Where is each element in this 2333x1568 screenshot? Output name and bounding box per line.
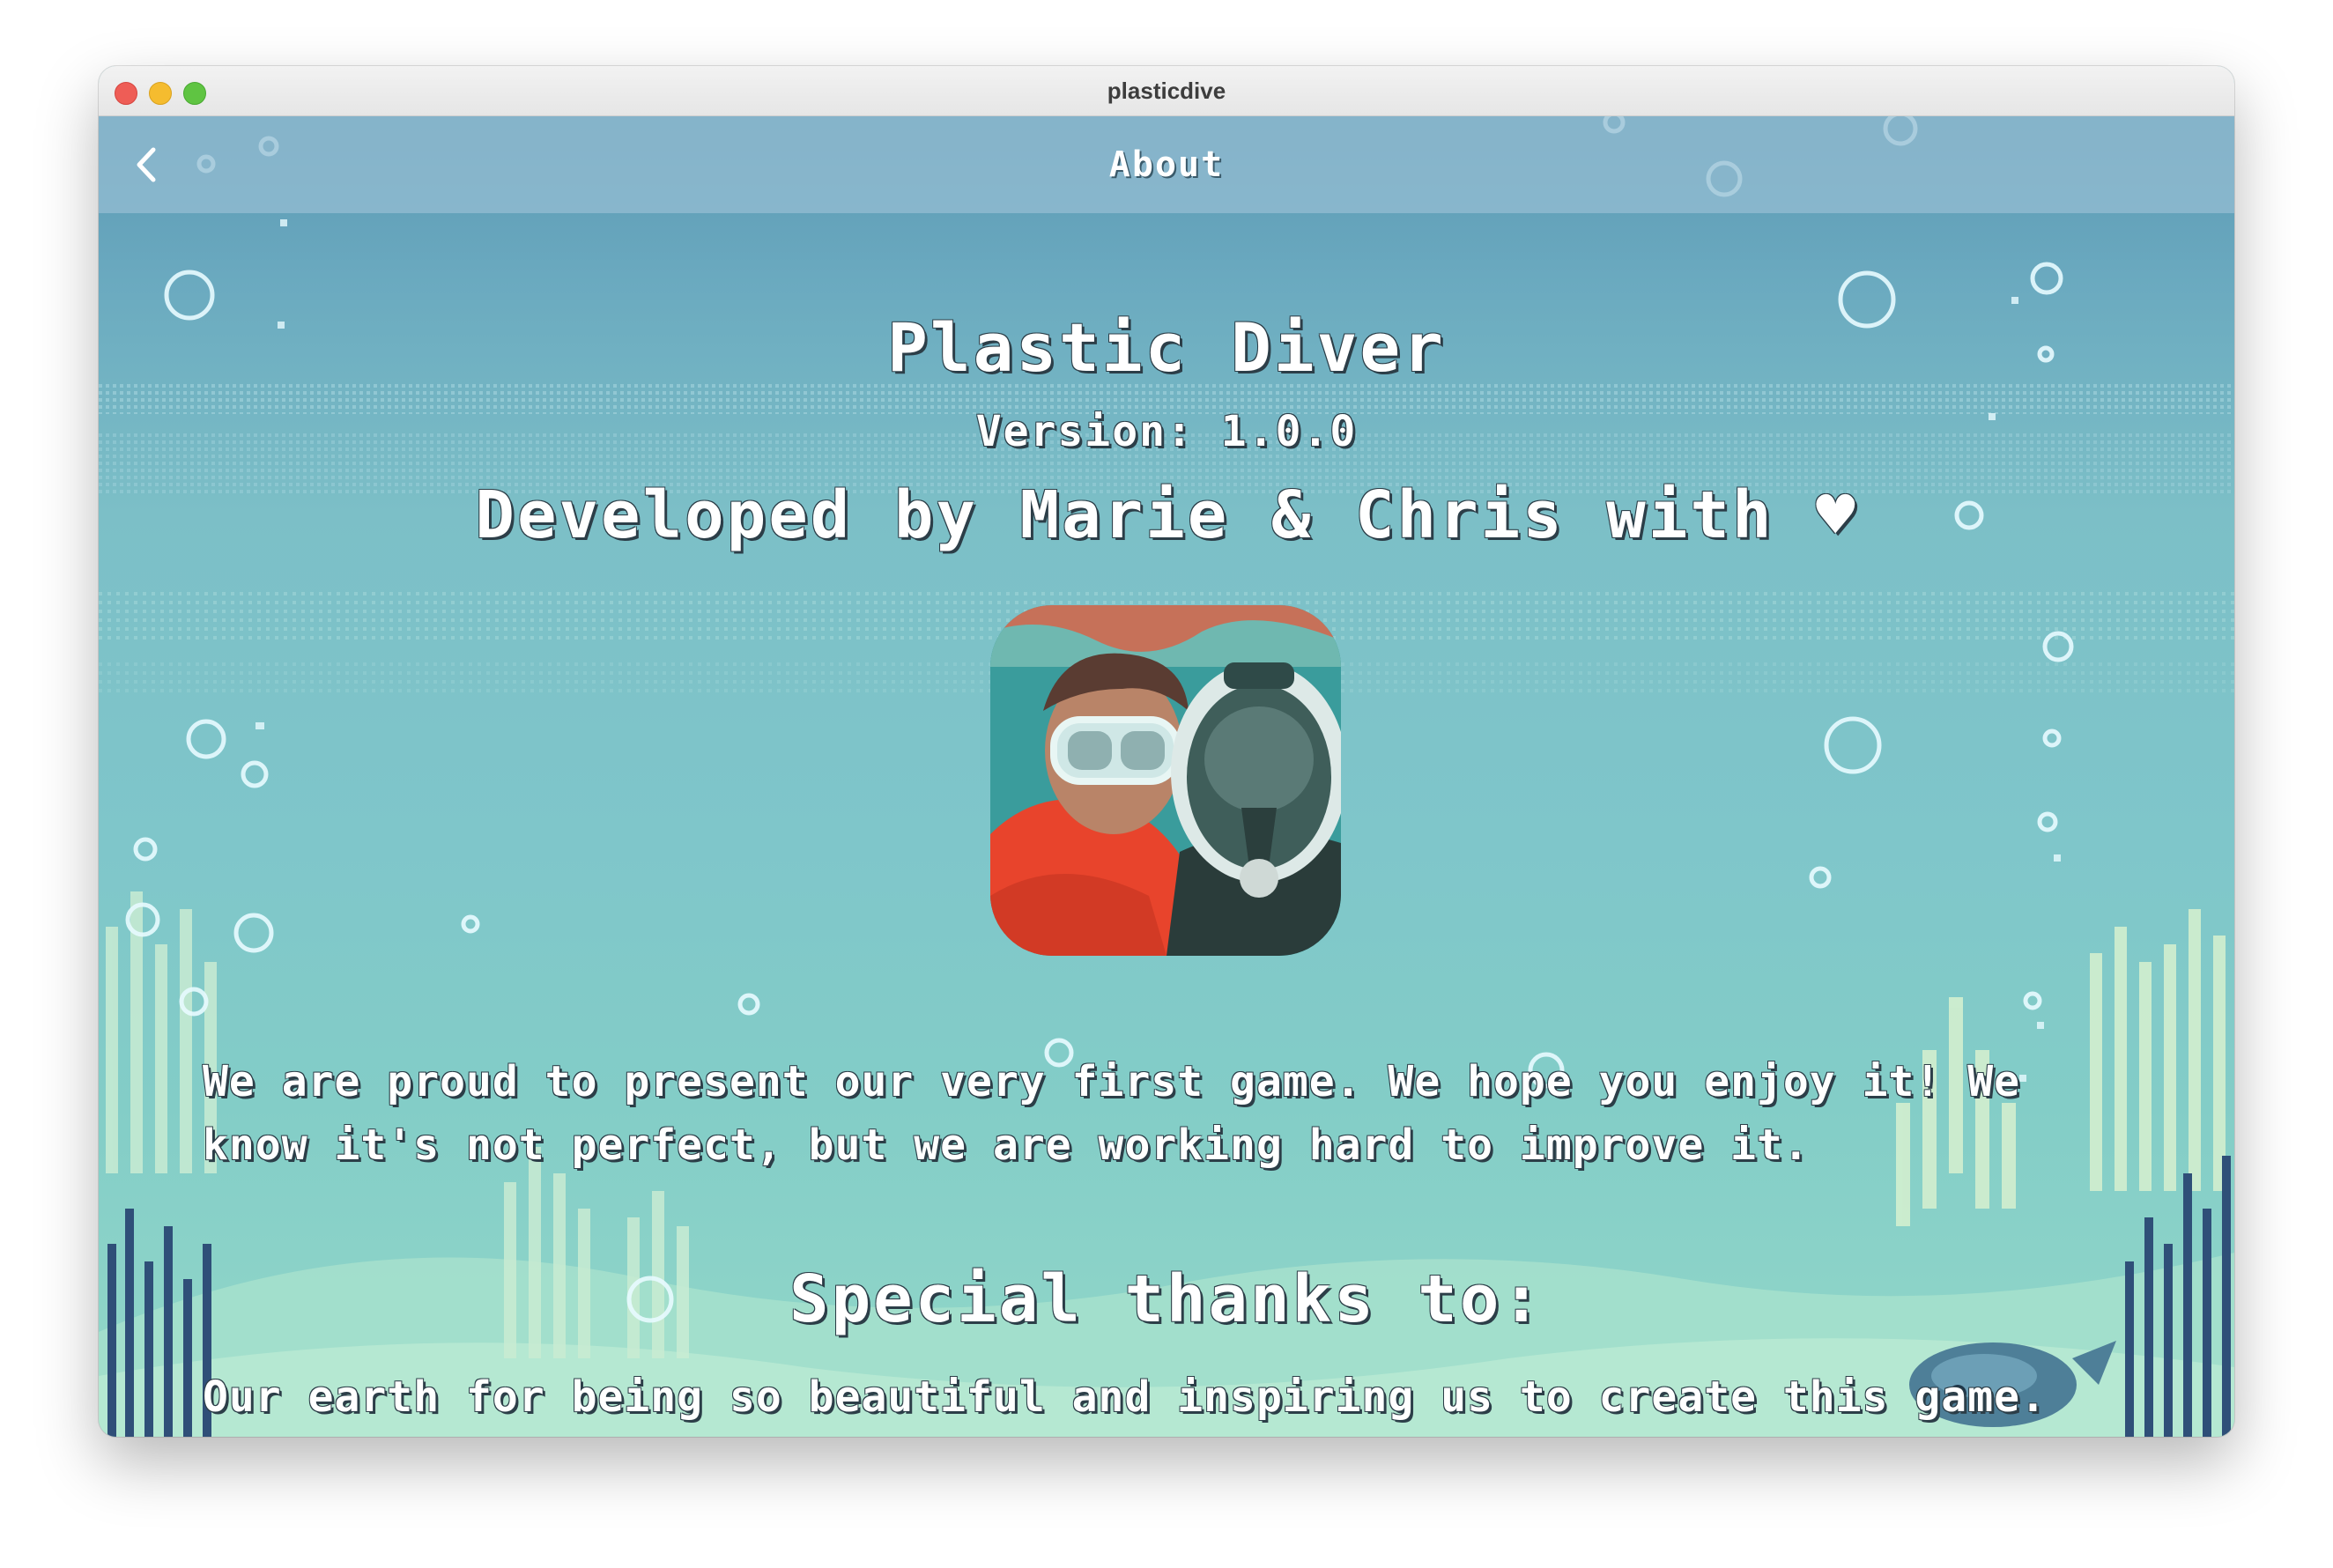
screen: plasticdive About Plastic Diver Version:… (0, 0, 2333, 1568)
app-window: plasticdive About Plastic Diver Version:… (99, 66, 2234, 1437)
window-title: plasticdive (1107, 78, 1226, 104)
developers-credit: Developed by Marie & Chris with ♥ (475, 477, 1858, 553)
window-titlebar[interactable]: plasticdive (99, 66, 2234, 116)
special-thanks-paragraph: Our earth for being so beautiful and ins… (203, 1372, 2047, 1437)
navigation-bar: About (99, 116, 2234, 213)
nav-title: About (1108, 144, 1225, 185)
developers-photo (990, 605, 1341, 956)
version-label: Version: 1.0.0 (975, 407, 1358, 456)
special-thanks-heading: Special thanks to: (789, 1261, 1544, 1337)
about-screen: About Plastic Diver Version: 1.0.0 Devel… (99, 116, 2234, 1437)
intro-paragraph: We are proud to present our very first g… (203, 1057, 2020, 1170)
developers-photo-image (990, 605, 1341, 956)
app-name-heading: Plastic Diver (887, 308, 1446, 387)
